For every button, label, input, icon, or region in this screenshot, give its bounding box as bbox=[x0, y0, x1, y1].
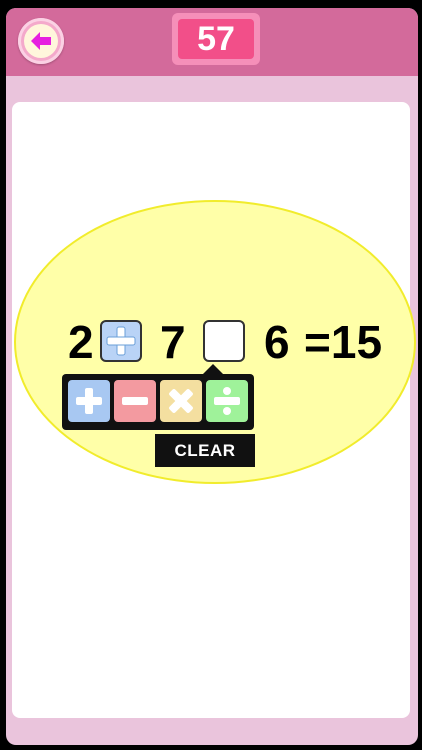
op-minus-button[interactable] bbox=[114, 380, 156, 422]
plus-icon bbox=[106, 326, 136, 356]
plus-icon bbox=[76, 388, 102, 414]
op-divide-button[interactable] bbox=[206, 380, 248, 422]
divide-icon bbox=[214, 387, 240, 415]
number-1: 2 bbox=[68, 316, 94, 368]
game-frame: 57 2 7 6 =15 CLEAR bbox=[6, 8, 418, 745]
score-box: 57 bbox=[172, 13, 260, 65]
op-plus-button[interactable] bbox=[68, 380, 110, 422]
op-multiply-button[interactable] bbox=[160, 380, 202, 422]
multiply-icon bbox=[169, 389, 193, 413]
operator-slot-2[interactable] bbox=[203, 320, 245, 362]
clear-button[interactable]: CLEAR bbox=[155, 434, 255, 467]
operator-picker bbox=[62, 374, 254, 430]
back-arrow-icon bbox=[31, 32, 51, 50]
operator-slot-1[interactable] bbox=[100, 320, 142, 362]
number-2: 7 bbox=[160, 316, 186, 368]
score-value: 57 bbox=[178, 19, 254, 59]
back-button[interactable] bbox=[18, 18, 64, 64]
equation-result: =15 bbox=[304, 316, 383, 368]
top-bar: 57 bbox=[6, 8, 418, 76]
minus-icon bbox=[122, 397, 148, 405]
number-3: 6 bbox=[264, 316, 290, 368]
back-button-inner bbox=[24, 24, 58, 58]
